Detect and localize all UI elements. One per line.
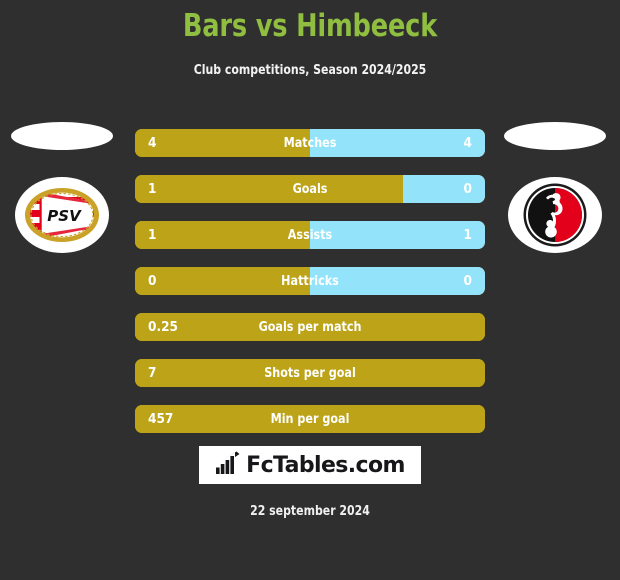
away-value: 4 bbox=[463, 135, 472, 151]
stat-label: Min per goal bbox=[270, 411, 350, 427]
stat-label: Goals per match bbox=[258, 319, 362, 335]
page-subtitle: Club competitions, Season 2024/2025 bbox=[193, 62, 427, 78]
stat-label: Assists bbox=[287, 227, 333, 243]
stat-label: Shots per goal bbox=[264, 365, 356, 381]
decorative-ellipse-right bbox=[504, 122, 606, 150]
fctables-brand-text: FcTables.com bbox=[246, 452, 405, 478]
stat-row-matches: 4 Matches 4 bbox=[135, 129, 485, 157]
away-value: 0 bbox=[463, 273, 472, 289]
stat-row-min-per-goal: 457 Min per goal bbox=[135, 405, 485, 433]
black-red-crest-icon bbox=[520, 180, 590, 250]
svg-text:PSV: PSV bbox=[47, 207, 82, 225]
infographic-canvas: Bars vs Himbeeck Club competitions, Seas… bbox=[0, 0, 620, 580]
fctables-logo[interactable]: FcTables.com bbox=[199, 446, 421, 484]
stat-row-goals-per-match: 0.25 Goals per match bbox=[135, 313, 485, 341]
away-value: 1 bbox=[463, 227, 472, 243]
stat-label: Matches bbox=[283, 135, 337, 151]
stat-label: Goals bbox=[292, 181, 328, 197]
stats-bar-chart: 4 Matches 4 1 Goals 0 1 Assists 1 0 Hatt… bbox=[135, 129, 485, 451]
page-title: Bars vs Himbeeck bbox=[182, 8, 438, 44]
stat-row-assists: 1 Assists 1 bbox=[135, 221, 485, 249]
away-value: 0 bbox=[463, 181, 472, 197]
decorative-ellipse-left bbox=[11, 122, 113, 150]
stat-row-goals: 1 Goals 0 bbox=[135, 175, 485, 203]
stat-row-shots-per-goal: 7 Shots per goal bbox=[135, 359, 485, 387]
footer-date: 22 september 2024 bbox=[250, 503, 370, 519]
bar-chart-arrow-icon bbox=[215, 451, 241, 480]
psv-crest-icon: PSV bbox=[23, 184, 101, 246]
stat-row-hattricks: 0 Hattricks 0 bbox=[135, 267, 485, 295]
stat-label: Hattricks bbox=[281, 273, 339, 289]
home-team-badge: PSV bbox=[15, 177, 109, 253]
away-team-badge bbox=[508, 177, 602, 253]
